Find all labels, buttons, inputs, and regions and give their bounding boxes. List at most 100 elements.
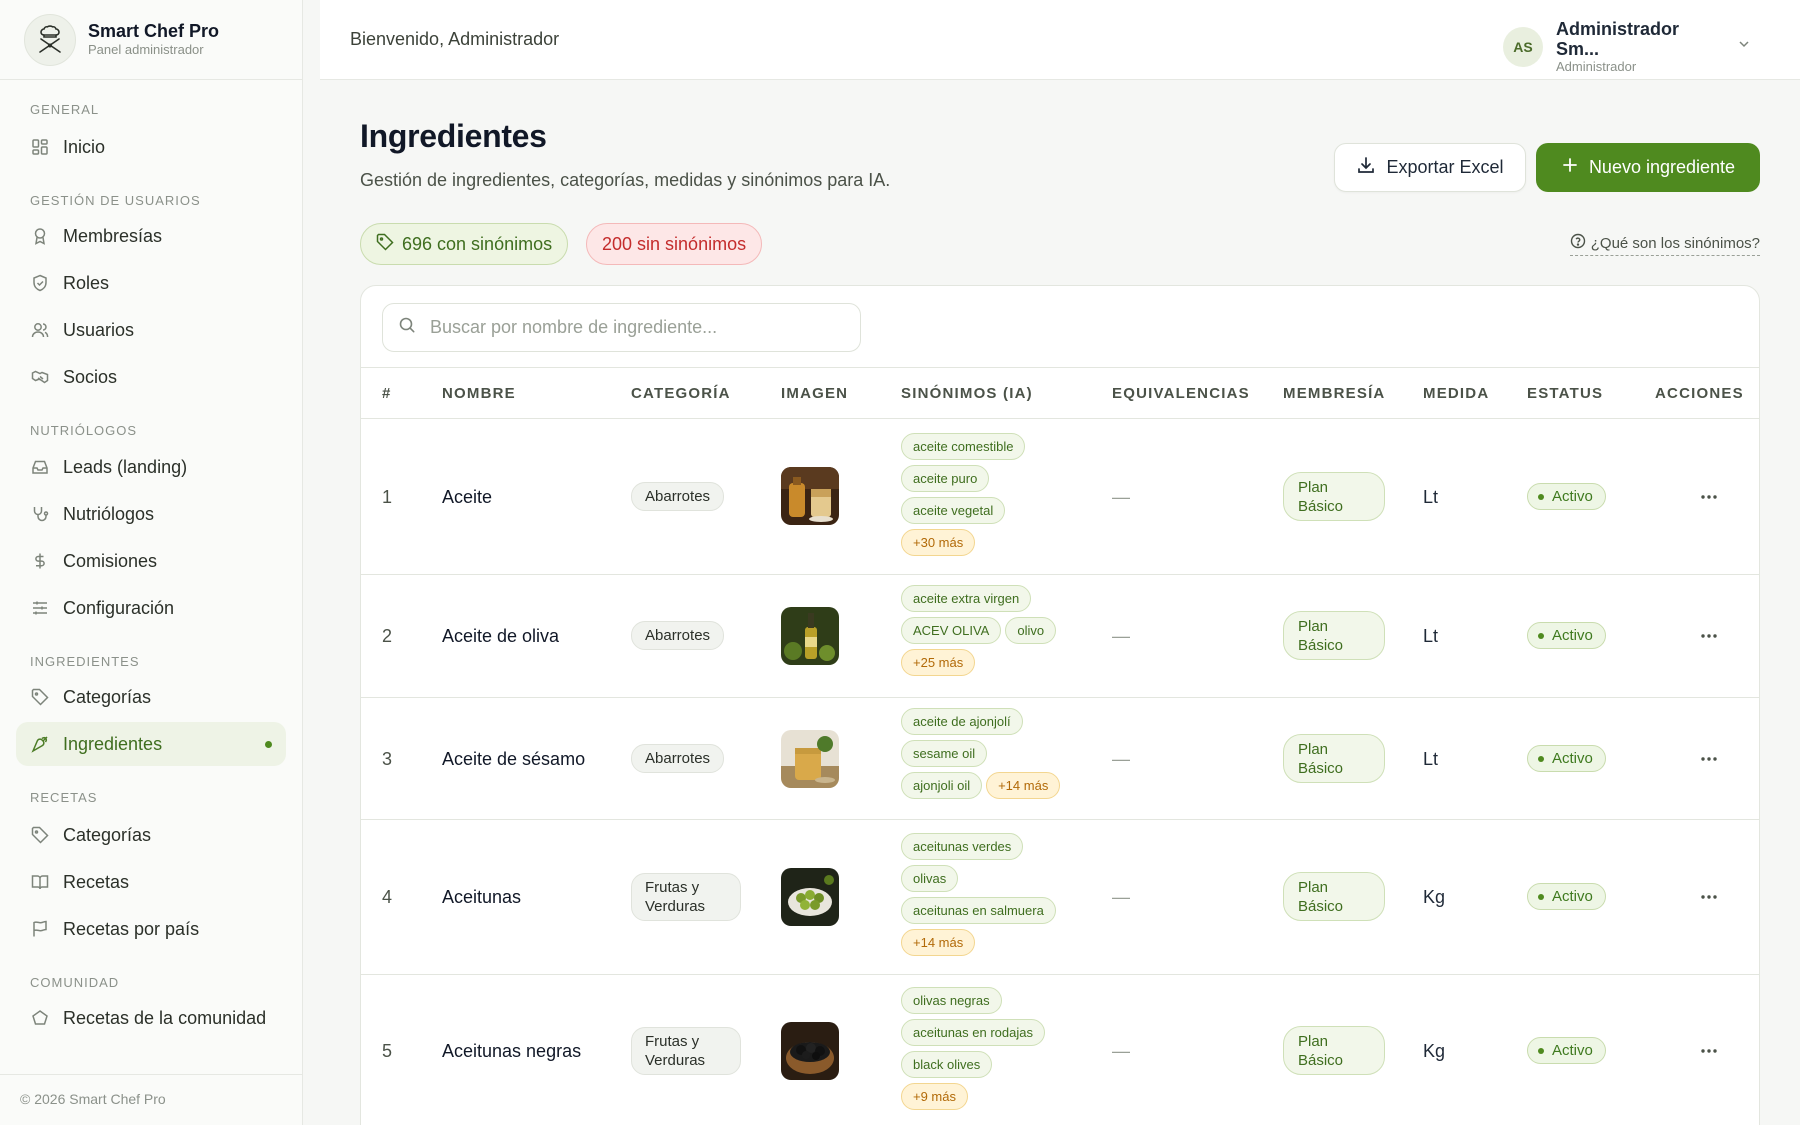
status-dot	[1538, 632, 1544, 639]
more-synonyms-chip[interactable]: +9 más	[901, 1083, 968, 1110]
more-synonyms-chip[interactable]: +30 más	[901, 529, 976, 556]
sidebar-item-label: Usuarios	[63, 319, 135, 340]
chef-logo-icon	[24, 13, 76, 66]
status-label: Activo	[1552, 488, 1593, 505]
tag-icon	[30, 825, 50, 845]
equivalences-value: —	[1112, 749, 1130, 769]
sidebar-item-inicio[interactable]: Inicio	[16, 125, 286, 169]
synonym-chip: aceite comestible	[901, 433, 1026, 460]
sidebar-item-recetas-por-pais[interactable]: Recetas por país	[16, 907, 286, 951]
with-synonyms-filter[interactable]: 696 con sinónimos	[360, 223, 569, 265]
status-badge: Activo	[1527, 883, 1606, 910]
col-estatus[interactable]: ESTATUS	[1527, 385, 1603, 402]
table-row[interactable]: 2 Aceite de oliva Abarrotes aceite extra…	[361, 575, 1759, 698]
status-badge: Activo	[1527, 483, 1606, 510]
col-categoria[interactable]: CATEGORÍA	[631, 385, 731, 402]
table-row[interactable]: 3 Aceite de sésamo Abarrotes aceite de a…	[361, 698, 1759, 820]
inbox-icon	[30, 457, 50, 477]
membership-badge: Plan Básico	[1283, 1026, 1385, 1075]
sidebar-item-membresias[interactable]: Membresías	[16, 214, 286, 258]
user-menu[interactable]: AS Administrador Sm... Administrador	[1503, 19, 1752, 74]
table-row[interactable]: 5 Aceitunas negras Frutas y Verduras oli…	[361, 975, 1759, 1125]
row-actions-button[interactable]	[1699, 1041, 1719, 1066]
synonym-chip: aceite extra virgen	[901, 585, 1032, 612]
synonym-chip: black olives	[901, 1051, 993, 1078]
more-synonyms-chip[interactable]: +14 más	[986, 772, 1061, 799]
search-box[interactable]	[382, 303, 861, 352]
sidebar-item-label: Inicio	[63, 136, 106, 157]
row-actions-button[interactable]	[1699, 626, 1719, 651]
brand[interactable]: Smart Chef Pro Panel administrador	[0, 0, 302, 80]
equivalences-value: —	[1112, 1041, 1130, 1061]
category-label: Frutas y Verduras	[645, 1033, 706, 1069]
sidebar-item-categorias-recetas[interactable]: Categorías	[16, 813, 286, 857]
status-dot	[1538, 755, 1544, 762]
ingredient-name: Aceite de sésamo	[442, 749, 586, 769]
synonyms-help-link[interactable]: ¿Qué son los sinónimos?	[1569, 233, 1760, 256]
sidebar-item-roles[interactable]: Roles	[16, 261, 286, 305]
sidebar-item-socios[interactable]: Socios	[16, 355, 286, 399]
col-imagen: IMAGEN	[781, 385, 849, 402]
status-badge: Activo	[1527, 1037, 1606, 1064]
sidebar-item-configuracion[interactable]: Configuración	[16, 586, 286, 630]
export-excel-button[interactable]: Exportar Excel	[1334, 143, 1526, 192]
sidebar-item-leads[interactable]: Leads (landing)	[16, 445, 286, 489]
sidebar-item-nutriologos[interactable]: Nutriólogos	[16, 492, 286, 536]
more-synonyms-chip[interactable]: +14 más	[901, 929, 976, 956]
avatar: AS	[1503, 26, 1543, 67]
sidebar-item-label: Recetas por país	[63, 918, 200, 939]
synonym-chip: aceite puro	[901, 465, 990, 492]
nav-section-general: GENERAL	[30, 102, 100, 117]
status-badge: Activo	[1527, 745, 1606, 772]
ingredient-image	[781, 868, 839, 926]
measure-value: Kg	[1423, 887, 1446, 907]
status-label: Activo	[1552, 1042, 1593, 1059]
col-nombre[interactable]: NOMBRE	[442, 385, 516, 402]
more-horizontal-icon	[1701, 634, 1717, 638]
col-equivalencias: EQUIVALENCIAS	[1112, 385, 1250, 402]
topbar: Bienvenido, Administrador AS Administrad…	[320, 0, 1800, 80]
sidebar-item-usuarios[interactable]: Usuarios	[16, 308, 286, 352]
col-acciones: ACCIONES	[1655, 385, 1744, 402]
sidebar-item-label: Nutriólogos	[63, 503, 155, 524]
ingredient-name: Aceitunas negras	[442, 1041, 582, 1061]
sidebar-item-categorias-ingredientes[interactable]: Categorías	[16, 675, 286, 719]
sidebar-item-recetas[interactable]: Recetas	[16, 860, 286, 904]
users-icon	[30, 320, 50, 340]
more-horizontal-icon	[1701, 495, 1717, 499]
ingredient-name: Aceite de oliva	[442, 626, 560, 646]
ingredient-image	[781, 607, 839, 665]
nav-section-recetas: RECETAS	[30, 790, 98, 805]
carrot-icon	[30, 734, 50, 754]
user-role: Administrador	[1556, 59, 1637, 74]
sidebar-item-comisiones[interactable]: Comisiones	[16, 539, 286, 583]
col-medida[interactable]: MEDIDA	[1423, 385, 1489, 402]
handshake-icon	[30, 367, 50, 387]
active-indicator	[265, 741, 272, 748]
without-synonyms-label: 200 sin sinónimos	[602, 233, 747, 254]
membership-badge: Plan Básico	[1283, 611, 1385, 660]
row-number: 4	[382, 887, 393, 907]
table-row[interactable]: 1 Aceite Abarrotes aceite comestible ace…	[361, 419, 1759, 575]
category-label: Frutas y Verduras	[645, 879, 706, 915]
new-ingredient-button[interactable]: Nuevo ingrediente	[1536, 143, 1760, 192]
row-actions-button[interactable]	[1699, 749, 1719, 774]
row-actions-button[interactable]	[1699, 887, 1719, 912]
category-badge: Frutas y Verduras	[631, 1027, 741, 1075]
user-name: Administrador Sm...	[1556, 19, 1680, 59]
sidebar-item-label: Ingredientes	[63, 733, 163, 754]
row-actions-button[interactable]	[1699, 487, 1719, 512]
sidebar-item-recetas-comunidad[interactable]: Recetas de la comunidad	[16, 996, 286, 1040]
more-synonyms-chip[interactable]: +25 más	[901, 649, 976, 676]
membership-badge: Plan Básico	[1283, 472, 1385, 521]
col-membresia[interactable]: MEMBRESÍA	[1283, 385, 1385, 402]
sidebar-item-ingredientes[interactable]: Ingredientes	[16, 722, 286, 766]
table-row[interactable]: 4 Aceitunas Frutas y Verduras aceitunas …	[361, 820, 1759, 975]
category-badge: Abarrotes	[631, 621, 725, 650]
sidebar-item-label: Roles	[63, 272, 110, 293]
chevron-down-icon[interactable]	[1736, 36, 1752, 57]
without-synonyms-filter[interactable]: 200 sin sinónimos	[586, 223, 763, 265]
sidebar-item-label: Comisiones	[63, 550, 158, 571]
search-input[interactable]	[430, 317, 830, 338]
measure-value: Lt	[1423, 626, 1439, 646]
